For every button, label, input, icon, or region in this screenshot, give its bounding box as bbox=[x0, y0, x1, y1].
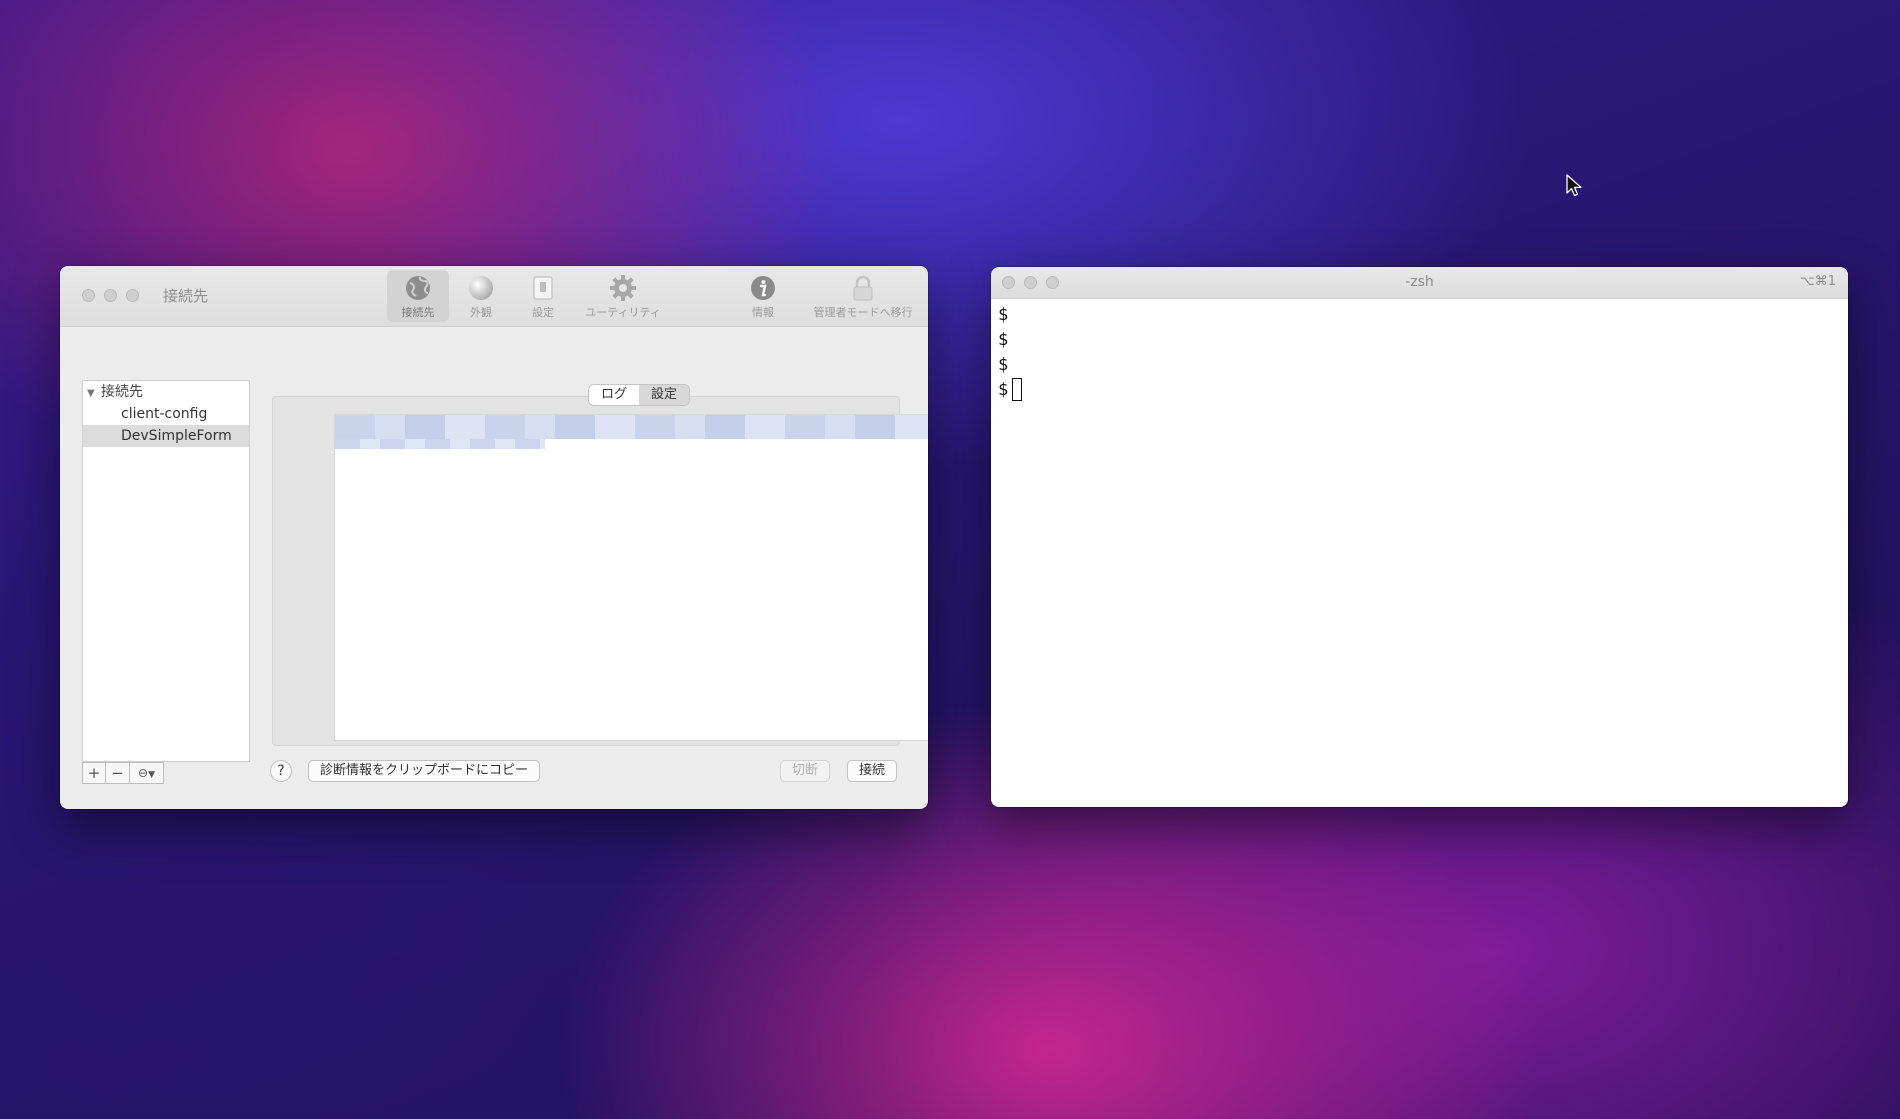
connect-button[interactable]: 接続 bbox=[847, 760, 898, 782]
toolbar-info-button[interactable]: 情報 bbox=[738, 270, 788, 322]
window-controls bbox=[82, 289, 139, 302]
minimize-window-button[interactable] bbox=[104, 289, 117, 302]
disconnect-button[interactable]: 切断 bbox=[780, 760, 831, 782]
close-window-button[interactable] bbox=[82, 289, 95, 302]
sphere-icon bbox=[466, 273, 496, 303]
sidebar-item-label: DevSimpleForm bbox=[121, 428, 232, 444]
tab-settings[interactable]: 設定 bbox=[639, 385, 690, 405]
prompt-line: $ bbox=[998, 330, 1009, 350]
window-title: 接続先 bbox=[163, 287, 209, 305]
terminal-titlebar: -zsh ⌥⌘1 bbox=[991, 267, 1848, 299]
vpn-client-window: 接続先 接続先 外観 設定 ユーティリティ 情報 管理者モードへ移行 ▼ 接続先… bbox=[60, 266, 928, 809]
bottom-action-bar: ? 診断情報をクリップボードにコピー 切断 接続 bbox=[60, 752, 928, 792]
chevron-down-icon[interactable]: ▼ bbox=[87, 383, 101, 405]
info-icon bbox=[748, 273, 778, 303]
toolbar-label: 情報 bbox=[752, 306, 774, 319]
redacted-log-line bbox=[335, 415, 928, 439]
sidebar-item-label: client-config bbox=[121, 406, 208, 422]
log-settings-segmented-control: ログ 設定 bbox=[589, 385, 690, 405]
sidebar-item-client-config[interactable]: client-config bbox=[83, 403, 249, 425]
terminal-title: -zsh bbox=[1405, 274, 1434, 290]
prompt-symbol: $ bbox=[998, 380, 1009, 400]
sidebar-item-devsimpleform[interactable]: DevSimpleForm bbox=[83, 425, 249, 447]
toolbar-label: 設定 bbox=[532, 306, 554, 319]
prompt-line: $ bbox=[998, 355, 1009, 375]
sidebar-group-connections[interactable]: ▼ 接続先 bbox=[83, 381, 249, 403]
prompt-line: $ bbox=[998, 305, 1009, 325]
log-view[interactable] bbox=[334, 414, 928, 741]
connections-sidebar: ▼ 接続先 client-config DevSimpleForm bbox=[82, 380, 250, 762]
gear-icon bbox=[608, 273, 638, 303]
tab-log[interactable]: ログ bbox=[589, 385, 640, 405]
toolbar-appearance-button[interactable]: 外観 bbox=[456, 270, 506, 322]
help-button[interactable]: ? bbox=[270, 760, 292, 782]
toolbar-label: 管理者モードへ移行 bbox=[813, 306, 913, 319]
lock-icon bbox=[848, 273, 878, 303]
terminal-shortcut: ⌥⌘1 bbox=[1799, 274, 1836, 289]
text-cursor bbox=[1012, 378, 1023, 401]
toolbar: 接続先 接続先 外観 設定 ユーティリティ 情報 管理者モードへ移行 bbox=[60, 266, 928, 327]
toolbar-admin-mode-button[interactable]: 管理者モードへ移行 bbox=[804, 270, 922, 322]
mouse-pointer-icon bbox=[1566, 174, 1582, 202]
active-prompt-line: $ bbox=[998, 378, 1023, 403]
terminal-output[interactable]: $ $ $ $ bbox=[998, 303, 1023, 403]
toolbar-settings-button[interactable]: 設定 bbox=[518, 270, 568, 322]
toolbar-label: 外観 bbox=[470, 306, 492, 319]
toolbar-label: 接続先 bbox=[401, 306, 435, 319]
redacted-log-line bbox=[335, 439, 545, 449]
toolbar-utility-button[interactable]: ユーティリティ bbox=[578, 270, 668, 322]
globe-icon bbox=[403, 273, 433, 303]
zoom-window-button[interactable] bbox=[126, 289, 139, 302]
toolbar-label: ユーティリティ bbox=[585, 306, 661, 319]
switch-icon bbox=[528, 273, 558, 303]
sidebar-group-label: 接続先 bbox=[101, 384, 143, 400]
toolbar-connections-button[interactable]: 接続先 bbox=[387, 270, 449, 322]
terminal-window: -zsh ⌥⌘1 $ $ $ $ bbox=[991, 267, 1848, 807]
copy-diagnostics-button[interactable]: 診断情報をクリップボードにコピー bbox=[308, 760, 541, 782]
